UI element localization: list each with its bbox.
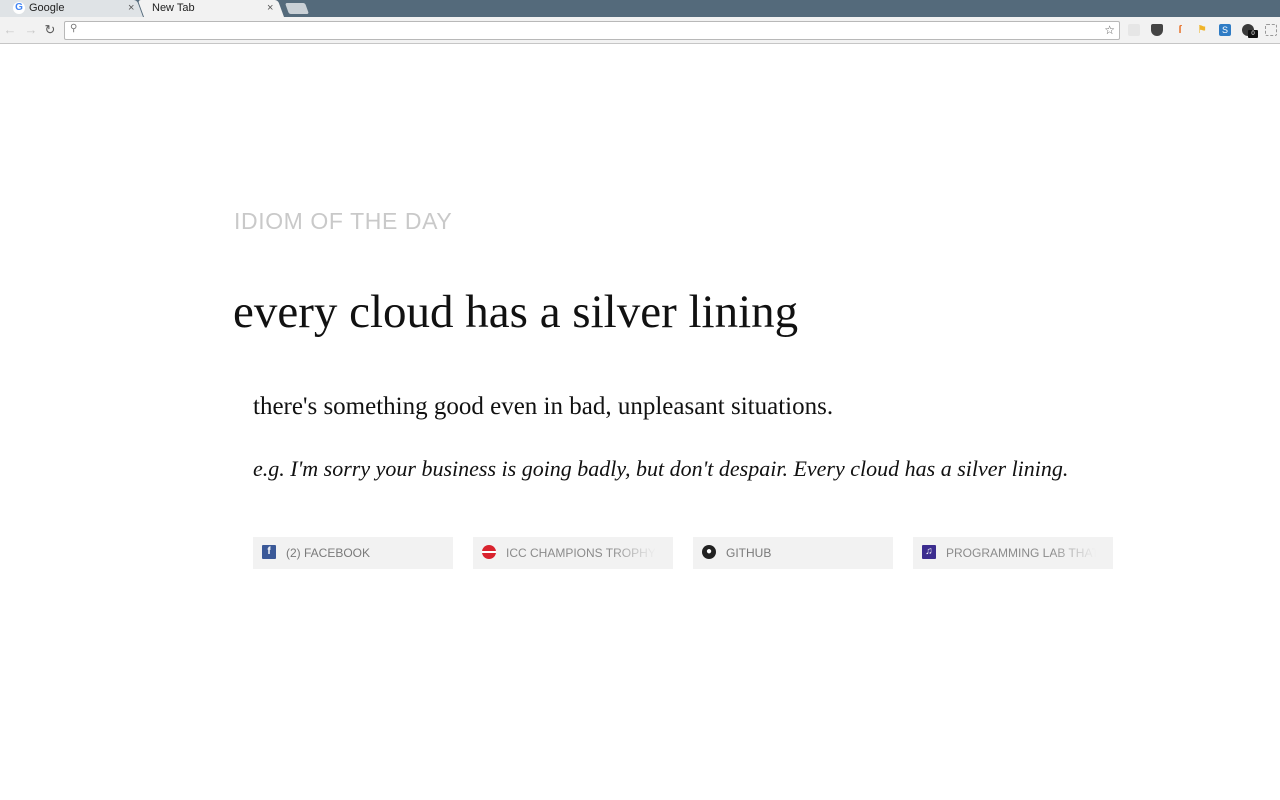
shortcut-label: PROGRAMMING LAB THAT [946,546,1096,560]
back-icon[interactable]: ← [3,22,17,38]
github-icon: ● [702,545,716,559]
tab-new-tab[interactable]: New Tab × [137,0,284,17]
shortcut-label: (2) FACEBOOK [286,546,371,560]
tab-title: Google [29,2,65,14]
shortcut-github[interactable]: ● GITHUB [693,537,893,569]
idiom-example: e.g. I'm sorry your business is going ba… [253,456,1069,481]
forward-icon[interactable]: → [24,22,38,38]
new-tab-button[interactable] [284,3,310,14]
tab-google[interactable]: G Google × [0,0,144,17]
facebook-icon: f [262,545,276,559]
section-label: IDIOM OF THE DAY [234,208,453,234]
extension-blue-icon[interactable]: S [1219,24,1231,36]
idiom-meaning: there's something good even in bad, unpl… [253,393,834,420]
badge-count: 0 [1248,30,1258,38]
tab-title: New Tab [152,2,195,14]
address-input[interactable] [85,22,1095,39]
extension-orange-icon[interactable]: ſ [1174,24,1186,36]
bookmark-star-icon[interactable]: ☆ [1104,22,1115,39]
search-icon: ⚲ [70,23,78,34]
reload-icon[interactable]: ↻ [43,22,57,38]
extension-badge-icon[interactable]: 0 [1242,24,1258,38]
shortcut-label: ICC CHAMPIONS TROPHY 2 [506,546,656,560]
address-bar[interactable]: ⚲ ☆ [64,21,1120,40]
programming-lab-icon: ♫ [922,545,936,559]
close-tab-icon[interactable]: × [128,0,134,16]
extension-dashed-icon[interactable] [1265,24,1277,36]
google-icon: G [13,2,25,14]
idiom-phrase: every cloud has a silver lining [233,286,799,338]
extension-icon[interactable] [1128,24,1140,36]
close-tab-icon[interactable]: × [267,0,273,16]
shortcut-programming-lab[interactable]: ♫ PROGRAMMING LAB THAT [913,537,1113,569]
pocket-icon[interactable] [1151,24,1163,36]
icc-icon [482,545,496,559]
browser-toolbar: ← → ↻ ⚲ ☆ ſ ⚑ S 0 [0,17,1280,44]
tab-strip: G Google × New Tab × [0,0,1280,17]
shortcut-label: GITHUB [726,546,772,560]
flag-icon[interactable]: ⚑ [1196,24,1208,36]
shortcut-icc-champions-trophy[interactable]: ICC CHAMPIONS TROPHY 2 [473,537,673,569]
shortcut-facebook[interactable]: f (2) FACEBOOK [253,537,453,569]
